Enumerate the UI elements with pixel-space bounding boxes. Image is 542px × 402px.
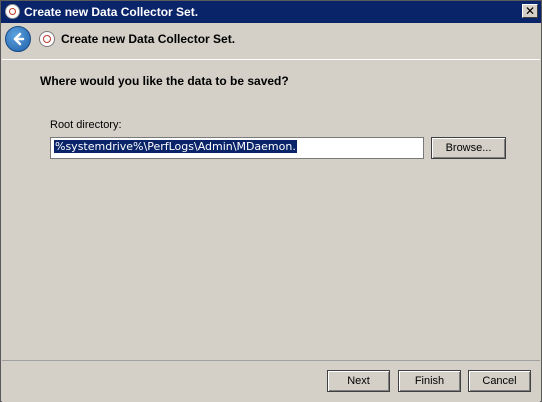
wizard-window: Create new Data Collector Set. ✕ Create …	[0, 0, 542, 402]
close-icon: ✕	[524, 4, 536, 18]
root-directory-value: %systemdrive%\PerfLogs\Admin\MDaemon.	[54, 140, 297, 153]
root-directory-label: Root directory:	[50, 119, 122, 131]
wizard-header: Create new Data Collector Set.	[1, 23, 541, 57]
cancel-button[interactable]: Cancel	[468, 370, 531, 392]
page-question: Where would you like the data to be save…	[40, 74, 289, 88]
back-arrow-icon	[13, 32, 25, 46]
browse-button[interactable]: Browse...	[431, 137, 506, 159]
data-collector-icon	[5, 4, 20, 19]
window-title: Create new Data Collector Set.	[24, 5, 199, 19]
back-button[interactable]	[5, 26, 31, 52]
wizard-page: Where would you like the data to be save…	[2, 59, 540, 360]
root-directory-input[interactable]: %systemdrive%\PerfLogs\Admin\MDaemon.	[50, 137, 424, 159]
close-button[interactable]: ✕	[522, 4, 538, 18]
next-button[interactable]: Next	[327, 370, 390, 392]
wizard-title: Create new Data Collector Set.	[61, 32, 236, 46]
finish-button[interactable]: Finish	[398, 370, 461, 392]
data-collector-icon	[39, 31, 55, 47]
wizard-footer: Next Finish Cancel	[2, 360, 540, 402]
title-bar: Create new Data Collector Set. ✕	[1, 1, 541, 23]
